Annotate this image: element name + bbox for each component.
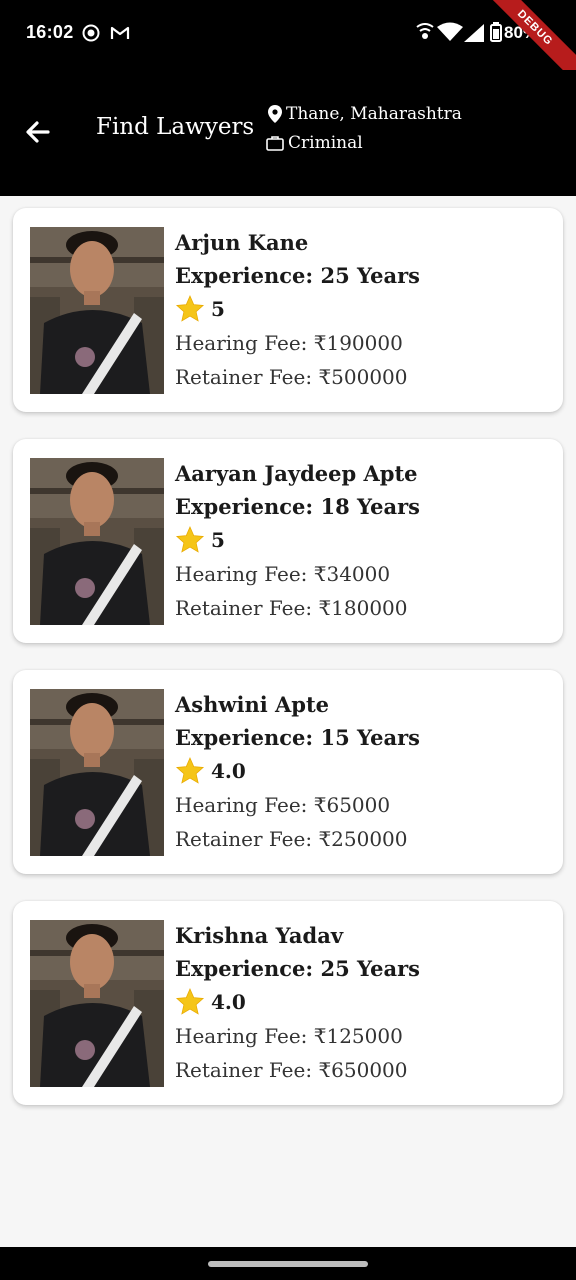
- rating-row: 4.0: [175, 985, 555, 1019]
- record-icon: [82, 24, 100, 47]
- hearing-fee: Hearing Fee: ₹190000: [175, 331, 403, 355]
- lawyer-experience: Experience: 18 Years: [175, 494, 421, 519]
- wifi-icon: [436, 22, 464, 47]
- briefcase-icon: [266, 136, 284, 151]
- app-bar: Find Lawyers Thane, Maharashtra Criminal: [0, 70, 576, 196]
- lawyer-info: Ashwini Apte Experience: 15 Years 4.0 He…: [175, 688, 555, 856]
- location-pin-icon: [268, 105, 282, 123]
- lawyer-name: Arjun Kane: [175, 230, 309, 255]
- lawyer-experience: Experience: 25 Years: [175, 956, 421, 981]
- location-label: Thane, Maharashtra: [286, 104, 462, 124]
- lawyer-photo: [30, 920, 164, 1087]
- status-time: 16:02: [26, 22, 74, 42]
- page-title: Find Lawyers: [96, 114, 255, 140]
- lawyer-info: Arjun Kane Experience: 25 Years 5 Hearin…: [175, 226, 555, 394]
- lawyer-rating: 4.0: [211, 759, 246, 783]
- category-label: Criminal: [288, 133, 363, 153]
- lawyer-experience: Experience: 15 Years: [175, 725, 421, 750]
- retainer-fee: Retainer Fee: ₹650000: [175, 1058, 408, 1082]
- lawyer-info: Aaryan Jaydeep Apte Experience: 18 Years…: [175, 457, 555, 625]
- signal-icon: [463, 23, 485, 48]
- gmail-icon: [110, 24, 130, 47]
- lawyer-rating: 4.0: [211, 990, 246, 1014]
- system-nav-bar: [0, 1247, 576, 1280]
- hearing-fee: Hearing Fee: ₹125000: [175, 1024, 403, 1048]
- location-filter[interactable]: Thane, Maharashtra: [268, 104, 462, 124]
- hearing-fee: Hearing Fee: ₹65000: [175, 793, 391, 817]
- lawyer-photo: [30, 458, 164, 625]
- volte-icon: [414, 23, 436, 48]
- retainer-fee: Retainer Fee: ₹500000: [175, 365, 408, 389]
- lawyer-card[interactable]: Aaryan Jaydeep Apte Experience: 18 Years…: [13, 439, 563, 643]
- lawyer-name: Krishna Yadav: [175, 923, 344, 948]
- lawyer-photo: [30, 227, 164, 394]
- rating-row: 5: [175, 292, 555, 326]
- lawyer-card[interactable]: Ashwini Apte Experience: 15 Years 4.0 He…: [13, 670, 563, 874]
- lawyer-experience: Experience: 25 Years: [175, 263, 421, 288]
- rating-row: 4.0: [175, 754, 555, 788]
- star-icon: [175, 295, 205, 322]
- back-arrow-icon: [26, 121, 50, 143]
- back-button[interactable]: [20, 114, 56, 150]
- battery-icon: [490, 22, 502, 47]
- lawyer-photo: [30, 689, 164, 856]
- status-bar: 16:02 80% DEBUG: [0, 0, 576, 89]
- lawyer-list: Arjun Kane Experience: 25 Years 5 Hearin…: [13, 208, 563, 1132]
- lawyer-rating: 5: [211, 528, 225, 552]
- star-icon: [175, 757, 205, 784]
- category-filter[interactable]: Criminal: [266, 133, 363, 153]
- lawyer-name: Ashwini Apte: [175, 692, 330, 717]
- lawyer-rating: 5: [211, 297, 225, 321]
- lawyer-info: Krishna Yadav Experience: 25 Years 4.0 H…: [175, 919, 555, 1087]
- retainer-fee: Retainer Fee: ₹250000: [175, 827, 408, 851]
- home-gesture-handle[interactable]: [208, 1261, 368, 1267]
- lawyer-name: Aaryan Jaydeep Apte: [175, 461, 418, 486]
- rating-row: 5: [175, 523, 555, 557]
- lawyer-card[interactable]: Arjun Kane Experience: 25 Years 5 Hearin…: [13, 208, 563, 412]
- star-icon: [175, 988, 205, 1015]
- retainer-fee: Retainer Fee: ₹180000: [175, 596, 408, 620]
- lawyer-card[interactable]: Krishna Yadav Experience: 25 Years 4.0 H…: [13, 901, 563, 1105]
- hearing-fee: Hearing Fee: ₹34000: [175, 562, 391, 586]
- star-icon: [175, 526, 205, 553]
